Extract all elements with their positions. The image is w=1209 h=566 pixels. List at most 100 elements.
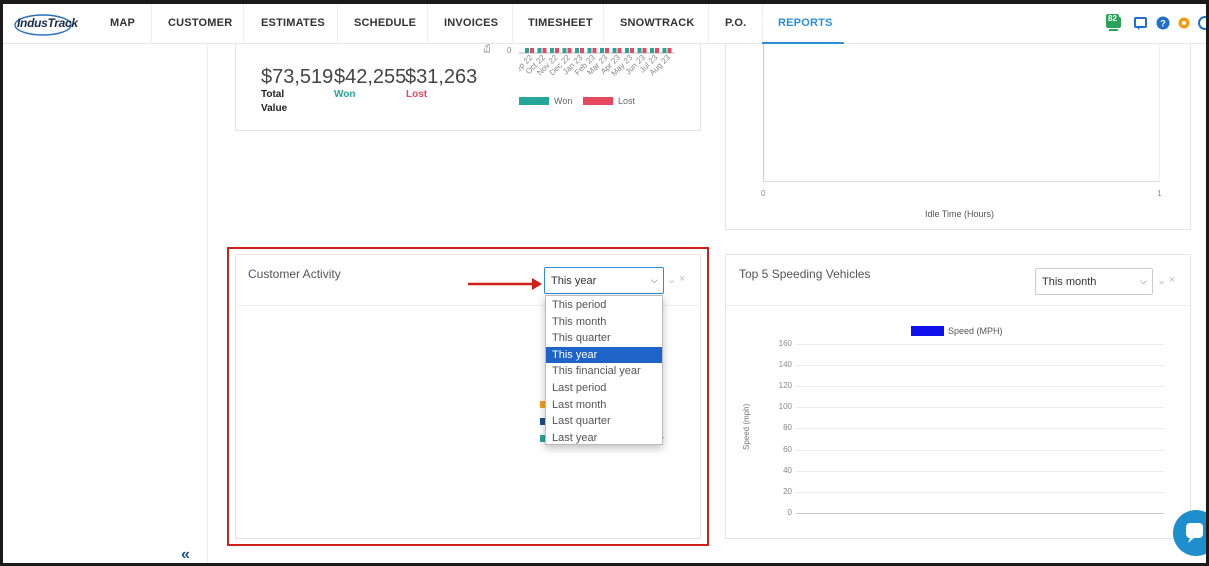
nav-po[interactable]: P.O. — [725, 4, 746, 44]
sidebar-collapse-button[interactable]: « — [181, 546, 190, 563]
speed-gridline — [796, 407, 1164, 409]
estimates-won-bar — [612, 48, 617, 53]
speed-y-tick-label: 140 — [778, 360, 792, 370]
speeding-vehicles-card: Top 5 Speeding Vehicles This month ⌵ ⌄ ×… — [725, 254, 1191, 539]
speed-gridline — [796, 449, 1164, 451]
estimates-lost-bar — [630, 48, 634, 53]
estimates-lost-bar — [530, 48, 534, 53]
top-navbar: IndusTrack MAP CUSTOMER ESTIMATES SCHEDU… — [3, 4, 1206, 45]
estimates-lost-bar — [542, 48, 547, 53]
lost-value: $31,263 — [405, 66, 478, 88]
legend-won-label: Won — [554, 96, 573, 106]
estimates-y-axis-label: Es — [483, 43, 493, 54]
estimates-won-bar — [625, 48, 629, 53]
nav-schedule[interactable]: SCHEDULE — [354, 4, 416, 44]
period-option[interactable]: Last year — [546, 430, 662, 446]
legend-lost-swatch — [583, 97, 613, 105]
speed-gridline — [796, 386, 1164, 388]
period-option[interactable]: Last month — [546, 397, 662, 413]
idle-chart-x-axis — [763, 181, 1160, 182]
won-value: $42,255 — [334, 66, 407, 88]
settings-gear-icon[interactable] — [1176, 14, 1192, 34]
period-dropdown-menu: This period This month This quarter This ye… — [545, 295, 663, 445]
estimates-won-bar — [637, 48, 642, 53]
annotation-arrow-icon — [468, 278, 542, 290]
nav-map[interactable]: MAP — [110, 4, 135, 44]
won-label: Won — [334, 89, 356, 100]
estimates-won-bar — [587, 48, 592, 53]
estimates-won-bar — [550, 48, 554, 53]
estimates-lost-bar — [617, 48, 622, 53]
speeding-title: Top 5 Speeding Vehicles — [739, 267, 871, 281]
nav-timesheet[interactable]: TIMESHEET — [528, 4, 593, 44]
estimates-lost-bar — [567, 48, 572, 53]
period-option[interactable]: This financial year — [546, 363, 662, 379]
help-icon[interactable]: ? — [1155, 14, 1171, 34]
estimates-axis-zero: 0 — [507, 46, 512, 55]
speed-legend-label: Speed (MPH) — [948, 326, 1003, 336]
period-option[interactable]: This period — [546, 297, 662, 313]
support-chat-button[interactable] — [1173, 510, 1206, 556]
nav-customer[interactable]: CUSTOMER — [168, 4, 232, 44]
estimates-won-bar — [650, 48, 654, 53]
speeding-selected-value: This month — [1042, 276, 1097, 288]
lost-label: Lost — [406, 89, 428, 100]
speeding-period-select[interactable]: This month ⌵ — [1035, 268, 1153, 295]
chat-icon[interactable] — [1133, 14, 1149, 34]
total-value: $73,519 — [261, 66, 334, 88]
idle-x-label: Idle Time (Hours) — [925, 209, 995, 219]
total-value-label-line2: Value — [261, 103, 288, 114]
speed-y-tick-label: 20 — [783, 486, 792, 496]
estimates-lost-bar — [642, 48, 647, 53]
nav-estimates[interactable]: ESTIMATES — [261, 4, 325, 44]
estimates-lost-bar — [655, 48, 659, 53]
svg-text:?: ? — [1160, 19, 1166, 29]
legend-won-swatch — [519, 97, 549, 105]
total-value-label: Total — [261, 89, 285, 100]
estimates-summary-card: $73,519 $42,255 $31,263 Total Value Won … — [235, 44, 701, 131]
period-option[interactable]: This year — [546, 346, 662, 363]
speed-y-axis-label: Speed (mph) — [742, 403, 751, 450]
estimates-won-bar — [537, 48, 542, 53]
estimates-lost-bar — [605, 48, 609, 53]
nav-snowtrack[interactable]: SNOWTRACK — [620, 4, 695, 44]
estimates-lost-bar — [555, 48, 559, 53]
estimates-won-bar — [662, 48, 667, 53]
period-option[interactable]: This month — [546, 314, 662, 330]
speed-y-tick-label: 120 — [778, 381, 792, 391]
logo-text: IndusTrack — [17, 16, 78, 30]
speed-gridline — [796, 344, 1164, 345]
estimates-lost-bar — [580, 48, 584, 53]
speed-gridline — [796, 365, 1164, 367]
estimates-won-bar — [600, 48, 604, 53]
idle-chart-y-axis — [763, 44, 764, 181]
estimates-lost-bar — [592, 48, 597, 53]
speeding-close-icon[interactable]: × — [1169, 274, 1175, 286]
period-option[interactable]: This quarter — [546, 330, 662, 346]
nav-reports[interactable]: REPORTS — [778, 4, 833, 44]
speeding-collapse-chevron-icon[interactable]: ⌄ — [1157, 274, 1166, 287]
speed-gridline — [796, 470, 1164, 472]
speed-legend-swatch — [911, 326, 944, 336]
notifications-icon[interactable]: 82 — [1105, 14, 1127, 34]
idle-x-max: 1 — [1157, 189, 1162, 198]
notification-badge: 82 — [1106, 14, 1119, 23]
idle-time-card: 0 1 Idle Time (Hours) — [725, 44, 1191, 230]
estimates-won-bar — [575, 48, 579, 53]
period-option[interactable]: Last period — [546, 380, 662, 396]
chevron-down-icon: ⌵ — [1140, 276, 1147, 286]
sidebar-divider — [207, 45, 208, 563]
speed-y-tick-label: 60 — [783, 444, 792, 454]
estimates-lost-bar — [667, 48, 672, 53]
period-option[interactable]: Last quarter — [546, 413, 662, 429]
speed-y-tick-label: 0 — [787, 507, 792, 517]
idle-x-min: 0 — [761, 189, 766, 198]
nav-invoices[interactable]: INVOICES — [444, 4, 498, 44]
user-profile-icon[interactable] — [1198, 14, 1206, 34]
estimates-won-bar — [562, 48, 567, 53]
speed-gridline — [796, 491, 1164, 493]
chat-bubble-icon — [1186, 523, 1203, 543]
speed-y-tick-label: 100 — [778, 402, 792, 412]
app-frame: IndusTrack MAP CUSTOMER ESTIMATES SCHEDU… — [0, 0, 1209, 566]
estimates-mini-chart: Sep 22Oct 22Nov 22Dec 22Jan 23Feb 23Mar … — [519, 48, 675, 78]
